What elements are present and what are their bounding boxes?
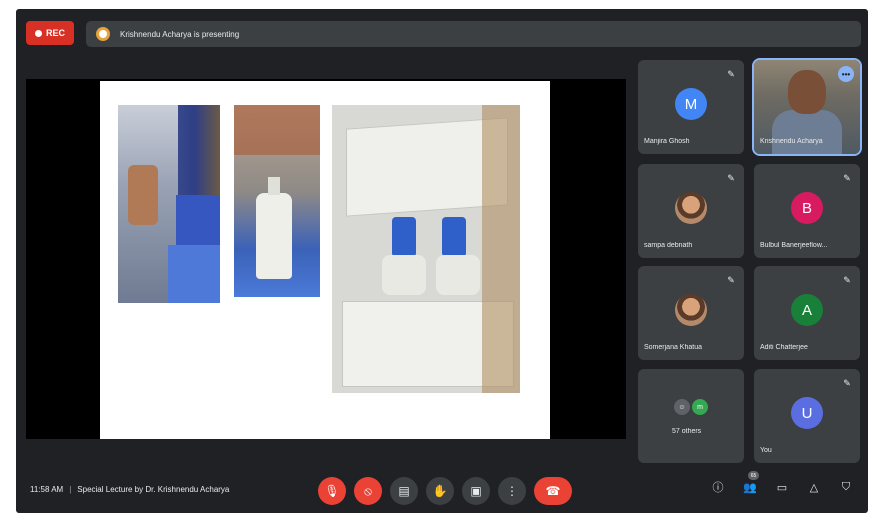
participant-tile[interactable]: ✎ A Aditi Chatterjee — [754, 266, 860, 360]
slide-photo-bottle-setup — [234, 105, 320, 297]
participant-tile-presenter[interactable]: ••• Krishnendu Acharya — [752, 58, 862, 156]
presenting-text: Krishnendu Acharya is presenting — [120, 29, 240, 39]
avatar: B — [791, 192, 823, 225]
info-icon[interactable]: ⓘ — [710, 479, 726, 495]
call-controls: 🎙 ⦸ ▤ ✋ ▣ ⋮ ☎ — [318, 477, 572, 505]
camera-off-icon[interactable]: ⦸ — [354, 477, 382, 505]
separator: | — [69, 485, 72, 494]
avatar: M — [675, 88, 707, 121]
mic-muted-icon: ✎ — [843, 173, 851, 183]
presenter-avatar-icon — [96, 27, 110, 41]
mic-muted-icon: ✎ — [727, 69, 735, 79]
participant-name: Krishnendu Acharya — [760, 138, 823, 145]
meeting-title: Special Lecture by Dr. Krishnendu Achary… — [77, 485, 230, 494]
meeting-info: 11:58 AM | Special Lecture by Dr. Krishnen… — [30, 485, 229, 494]
more-options-icon[interactable]: ••• — [838, 66, 854, 82]
raise-hand-icon[interactable]: ✋ — [426, 477, 454, 505]
mic-muted-icon: ✎ — [727, 173, 735, 183]
others-avatar: m — [692, 399, 708, 415]
host-controls-icon[interactable]: ⛉ — [838, 479, 854, 495]
avatar: U — [791, 397, 823, 430]
present-icon[interactable]: ▣ — [462, 477, 490, 505]
rec-label: REC — [45, 28, 65, 38]
participant-tile[interactable]: ✎ M Manjira Ghosh — [638, 60, 744, 154]
slide-photo-lab-procedure — [118, 105, 220, 303]
mic-muted-icon: ✎ — [843, 378, 851, 388]
presenting-banner: Krishnendu Acharya is presenting — [86, 21, 861, 47]
self-tile[interactable]: ✎ U You — [754, 369, 860, 463]
participant-tile[interactable]: ✎ B Bulbul Banerjeeflow... — [754, 164, 860, 258]
mic-off-icon[interactable]: 🎙 — [318, 477, 346, 505]
participant-name: sampa debnath — [644, 242, 693, 249]
participant-tile[interactable]: ✎ Somerjana Khatua — [638, 266, 744, 360]
recording-badge: REC — [26, 21, 74, 45]
participant-name: Manjira Ghosh — [644, 138, 690, 145]
activities-icon[interactable]: △ — [806, 479, 822, 495]
chat-icon[interactable]: ▭ — [774, 479, 790, 495]
others-tile[interactable]: ☺ m 57 others — [638, 369, 744, 463]
avatar — [675, 294, 707, 327]
participant-name: Aditi Chatterjee — [760, 344, 808, 351]
participant-name: Bulbul Banerjeeflow... — [760, 242, 828, 249]
avatar: A — [791, 294, 823, 327]
captions-icon[interactable]: ▤ — [390, 477, 418, 505]
participant-tile[interactable]: ✎ sampa debnath — [638, 164, 744, 258]
avatar — [675, 192, 707, 225]
others-avatar-icon: ☺ — [674, 399, 690, 415]
meet-window: REC Krishnendu Acharya is presenting ✎ M… — [16, 9, 868, 513]
participant-name: You — [760, 447, 772, 454]
participant-count-badge: 65 — [748, 471, 759, 480]
side-controls: ⓘ 👥 65 ▭ △ ⛉ — [710, 471, 854, 495]
slide-photo-apparatus — [332, 105, 520, 393]
participant-name: Somerjana Khatua — [644, 344, 702, 351]
end-call-icon[interactable]: ☎ — [534, 477, 572, 505]
presentation-slide — [100, 81, 550, 439]
mic-muted-icon: ✎ — [727, 275, 735, 285]
people-icon[interactable]: 👥 65 — [742, 471, 759, 495]
more-options-icon[interactable]: ⋮ — [498, 477, 526, 505]
others-count: 57 others — [672, 428, 702, 435]
clock-time: 11:58 AM — [30, 485, 64, 494]
mic-muted-icon: ✎ — [843, 275, 851, 285]
record-dot-icon — [34, 29, 42, 37]
